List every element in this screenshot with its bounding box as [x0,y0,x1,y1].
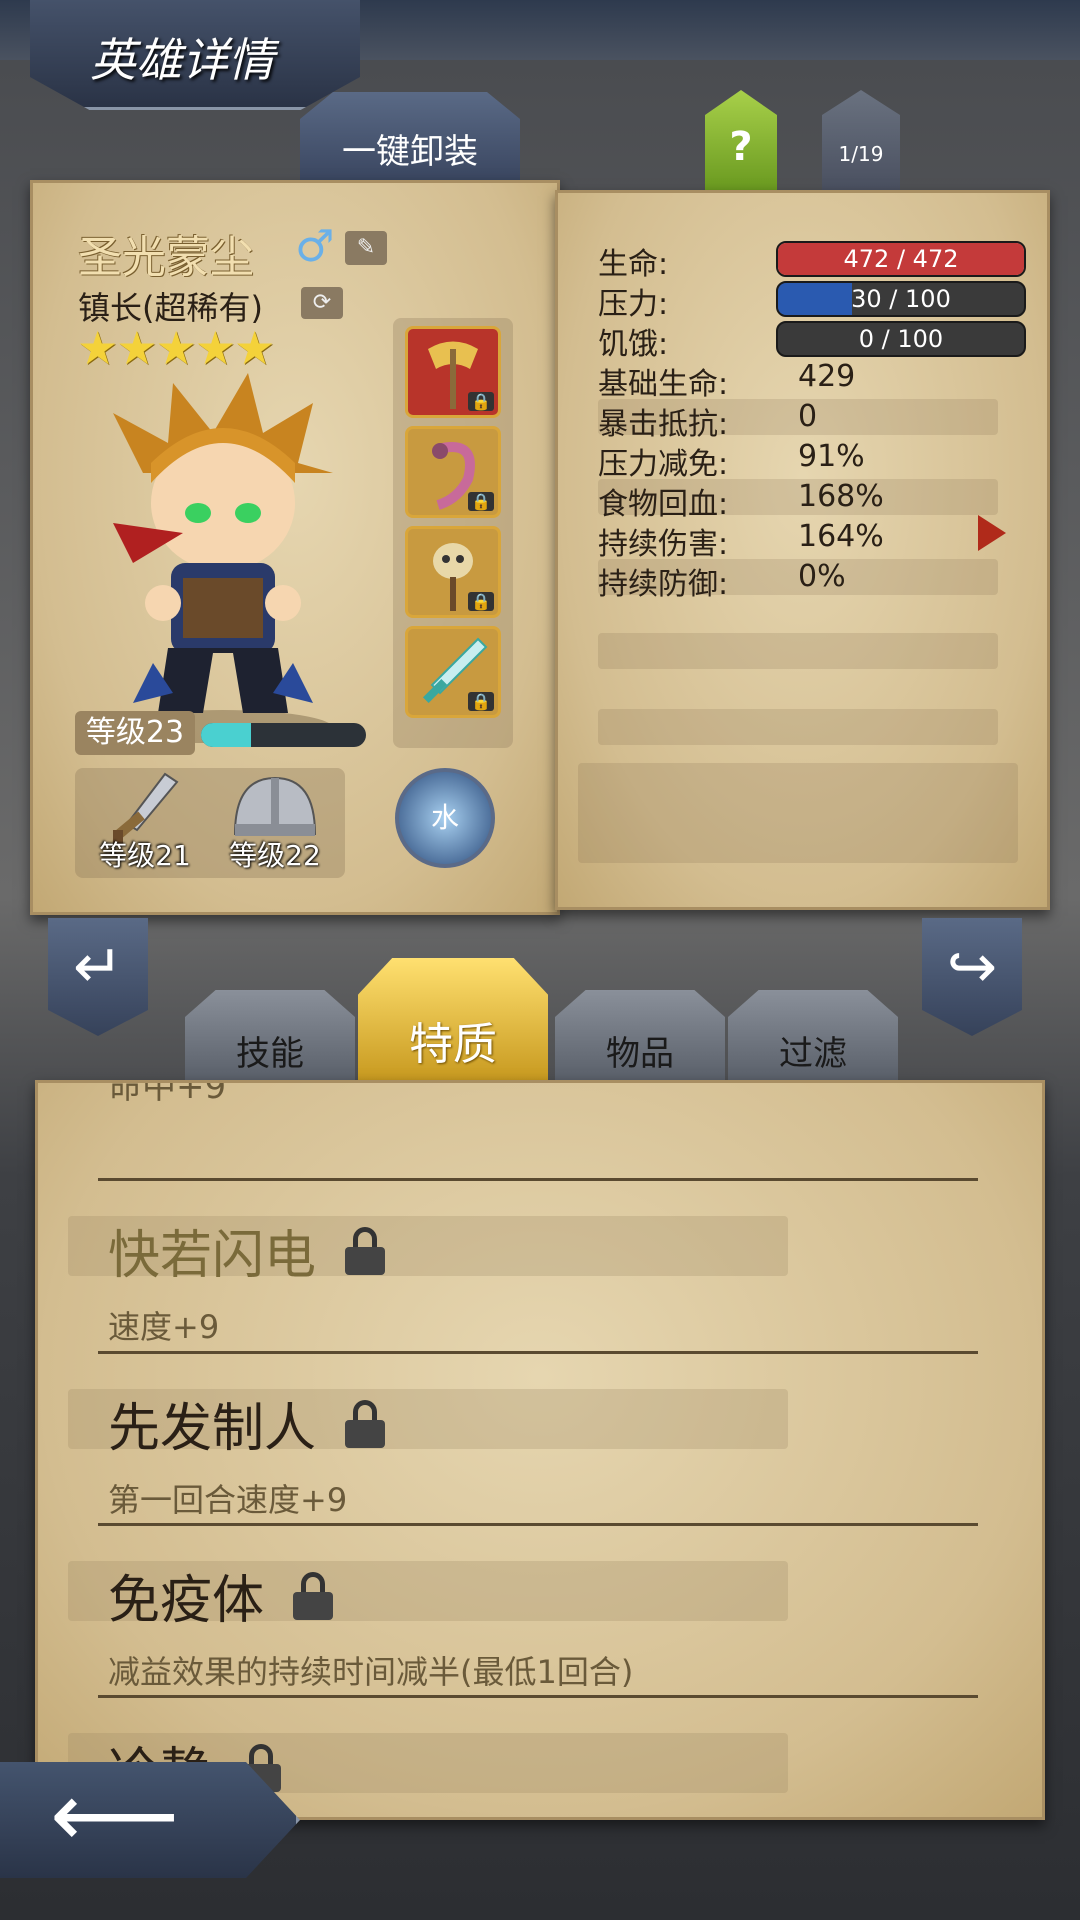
expand-arrow-icon[interactable] [978,515,1006,551]
trait-name: 先发制人 [108,1399,317,1459]
hero-level: 等级23 [75,711,195,755]
tab-skills[interactable]: 技能 [185,990,355,1080]
trait-desc: 第一回合速度+9 [108,1481,348,1519]
trinket-slot[interactable]: 🔒 [405,426,501,518]
stat-stress-label: 压力: [598,287,669,322]
trinket-slot[interactable]: 🔒 [405,526,501,618]
stat-row: 持续伤害: 164% [598,519,1013,562]
lock-icon[interactable] [293,1571,334,1620]
swap-class-icon[interactable]: ⟳ [301,287,343,319]
trait-desc: 速度+9 [108,1308,220,1346]
stat-hp-label: 生命: [598,247,669,282]
hp-value: 472 / 472 [843,245,959,273]
title-plate: 英雄详情 [30,0,360,110]
male-icon: ♂ [295,221,335,272]
stat-hunger-label: 饥饿: [598,327,669,362]
lock-icon: 🔒 [468,592,494,611]
back-arrow-icon: ⟵ [50,1763,180,1868]
stat-row: 食物回血: 168% [598,479,1013,522]
page-title: 英雄详情 [90,33,274,87]
stat-value: 0% [798,559,846,594]
tab-items[interactable]: 物品 [555,990,725,1080]
stat-row: 基础生命: 429 [598,359,1013,402]
stat-stress: 压力: 30 / 100 [598,279,1026,322]
hp-bar: 472 / 472 [776,241,1026,277]
divider [98,1523,978,1526]
stat-label: 压力减免: [598,447,729,482]
hero-card: 圣光蒙尘 ♂ ✎ 镇长(超稀有) ⟳ ★★★★★ 等级23 等级21 等级22 … [30,180,560,915]
divider [98,1178,978,1181]
armor-slot[interactable]: 等级22 [215,768,335,878]
trait-item[interactable]: 免疫体 减益效果的持续时间减半(最低1回合) [108,1558,1008,1693]
stat-label: 食物回血: [598,487,729,522]
stat-value: 168% [798,479,884,514]
row-stripe [598,709,998,745]
trait-item: 命中+9 [108,1080,1008,1108]
trinket-slot[interactable]: 🔒 [405,626,501,718]
forward-arrow-icon: ↪ [946,932,998,1002]
trait-item[interactable]: 先发制人 第一回合速度+9 [108,1386,1008,1521]
trait-desc: 减益效果的持续时间减半(最低1回合) [108,1653,634,1691]
stat-value: 0 [798,399,818,434]
tab-traits[interactable]: 特质 [358,958,548,1080]
stat-value: 91% [798,439,865,474]
armor-level: 等级22 [229,839,321,872]
stat-row: 压力减免: 91% [598,439,1013,482]
trait-name: 命中+9 [108,1080,227,1107]
rename-icon[interactable]: ✎ [345,231,387,265]
empty-panel [578,763,1018,863]
element-orb[interactable]: 水 [395,768,495,868]
stat-row: 暴击抵抗: 0 [598,399,1013,442]
hunger-bar: 0 / 100 [776,321,1026,357]
lock-icon: 🔒 [468,492,494,511]
traits-panel[interactable]: 命中+9 快若闪电 速度+9 先发制人 第一回合速度+9 免疫体 减益效果的持续… [35,1080,1045,1820]
divider [98,1351,978,1354]
stress-value: 30 / 100 [851,285,951,313]
trinket-slots: 🔒 🔒 🔒 🔒 [393,318,513,748]
stat-value: 429 [798,359,856,394]
hunger-value: 0 / 100 [858,325,944,353]
trait-item[interactable]: 快若闪电 速度+9 [108,1213,1008,1348]
unequip-all-button[interactable]: 一键卸装 [300,92,520,182]
weapon-slot[interactable]: 等级21 [85,768,205,878]
lock-icon: 🔒 [468,692,494,711]
stat-label: 持续防御: [598,567,729,602]
gear-panel: 等级21 等级22 [75,768,345,878]
xp-bar [201,723,366,747]
trinket-slot[interactable]: 🔒 [405,326,501,418]
lock-icon[interactable] [345,1226,386,1275]
lock-icon: 🔒 [468,392,494,411]
stats-card: 生命: 472 / 472 压力: 30 / 100 饥饿: 0 / 100 基… [555,190,1050,910]
weapon-level: 等级21 [99,839,191,872]
hero-name: 圣光蒙尘 [78,232,254,283]
stress-bar: 30 / 100 [776,281,1026,317]
stat-value: 164% [798,519,884,554]
back-button[interactable]: ⟵ [0,1762,300,1878]
row-stripe [598,633,998,669]
stat-hunger: 饥饿: 0 / 100 [598,319,1026,362]
stat-label: 暴击抵抗: [598,407,729,442]
return-arrow-icon: ↵ [72,932,124,1002]
xp-fill [201,723,251,747]
hero-portrait[interactable] [73,363,373,743]
stat-row: 持续防御: 0% [598,559,1013,602]
trait-name: 快若闪电 [108,1226,317,1286]
trait-name: 免疫体 [108,1571,265,1631]
divider [98,1695,978,1698]
tab-filter[interactable]: 过滤 [728,990,898,1080]
lock-icon[interactable] [345,1399,386,1448]
stat-label: 基础生命: [598,367,729,402]
stat-label: 持续伤害: [598,527,729,562]
stat-hp: 生命: 472 / 472 [598,239,1026,282]
